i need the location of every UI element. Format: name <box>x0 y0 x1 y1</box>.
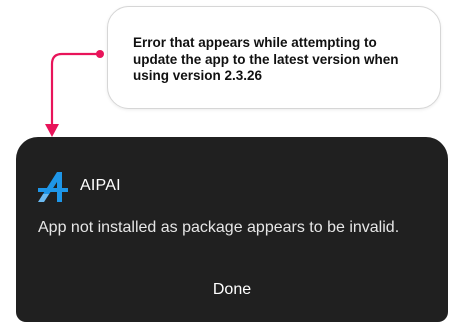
screenshot-stage: Error that appears while attempting to u… <box>0 0 456 322</box>
error-message: App not installed as package appears to … <box>38 219 400 236</box>
done-button[interactable]: Done <box>166 274 298 306</box>
app-name: AIPAI <box>80 177 121 194</box>
connector-line <box>50 52 100 124</box>
aipai-logo-icon <box>38 172 68 202</box>
annotation-callout: Error that appears while attempting to u… <box>107 6 441 109</box>
connector-dot <box>96 50 104 58</box>
connector-arrowhead <box>45 124 59 137</box>
annotation-text: Error that appears while attempting to u… <box>133 35 399 83</box>
error-dialog: AIPAI App not installed as package appea… <box>16 137 448 322</box>
